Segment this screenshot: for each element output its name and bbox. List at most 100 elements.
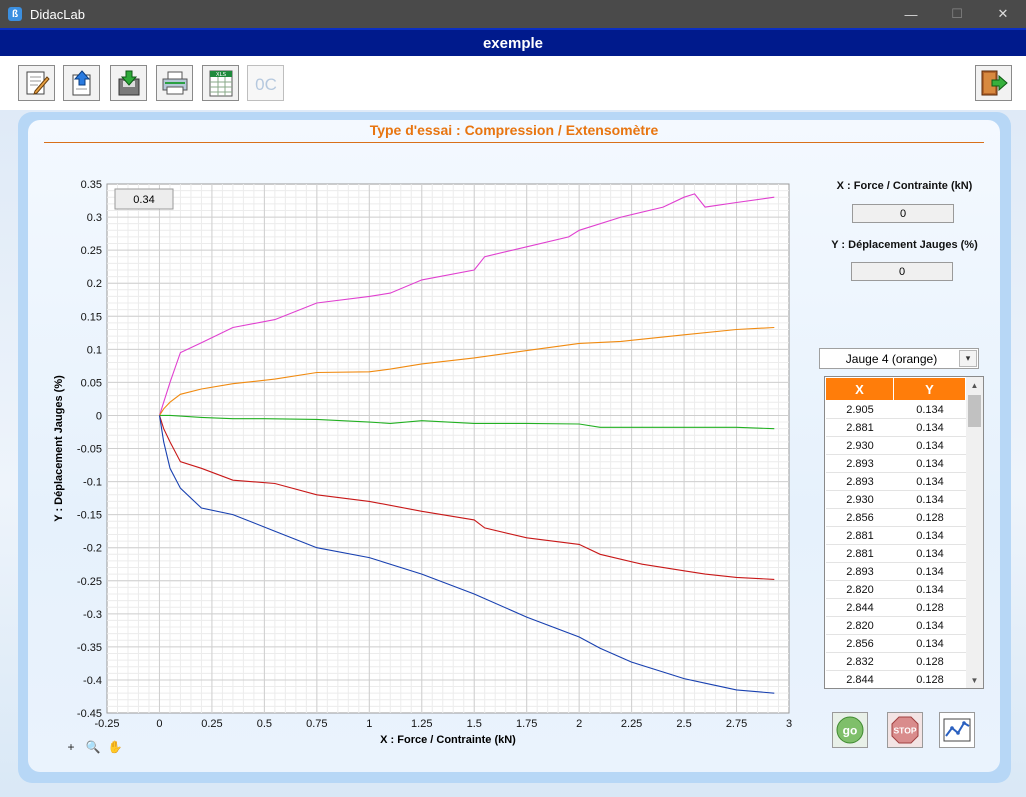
upload-document-icon (72, 70, 90, 96)
y-tick-label: 0 (96, 410, 102, 422)
y-tick-label: 0.3 (87, 212, 102, 224)
x-tick-label: 1 (366, 718, 372, 730)
table-row[interactable]: 2.856 0.134 (826, 635, 967, 653)
test-type-title: Type d'essai : Compression / Extensomètr… (369, 122, 659, 138)
x-readout-label: X : Force / Contrainte (kN) (836, 180, 973, 192)
table-row[interactable]: 2.930 0.134 (826, 491, 967, 509)
table-cell-y: 0.134 (916, 637, 944, 650)
table-cell-y: 0.134 (916, 565, 944, 578)
x-tick-label: 0.25 (201, 718, 222, 730)
x-tick-label: 2.25 (621, 718, 642, 730)
maximize-button: ☐ (951, 6, 963, 21)
download-document-icon (118, 70, 139, 96)
table-row[interactable]: 2.832 0.128 (826, 653, 967, 671)
table-scrollbar[interactable]: ▲ ▼ (966, 377, 983, 688)
table-cell-x: 2.930 (846, 439, 874, 452)
table-cell-y: 0.128 (916, 511, 944, 524)
y-tick-label: -0.45 (77, 708, 102, 720)
stop-button[interactable]: STOP (887, 712, 923, 748)
pencil-document-icon (26, 71, 50, 95)
oc-button: 0C (247, 65, 284, 101)
table-row[interactable]: 2.820 0.134 (826, 617, 967, 635)
gauge-chart[interactable]: -0.25 0 0.25 0.5 0.75 1 1.25 1.5 1.75 2 2.25 2.5 2.7… (50, 170, 800, 760)
scroll-up-icon[interactable]: ▲ (966, 377, 983, 393)
table-cell-y: 0.134 (916, 439, 944, 452)
oc-label: 0C (255, 75, 277, 94)
gauge-select-value: Jauge 4 (orange) (845, 351, 938, 366)
table-row[interactable]: 2.881 0.134 (826, 419, 967, 437)
table-cell-y: 0.134 (916, 475, 944, 488)
y-axis-ticks: 0.35 0.3 0.25 0.2 0.15 0.1 0.05 0 -0.05 -0.1 -0.15… (77, 179, 102, 720)
column-header-y[interactable]: Y (894, 378, 966, 400)
save-button[interactable] (110, 65, 147, 101)
table-cell-x: 2.893 (846, 565, 874, 578)
x-tick-label: 0.5 (257, 718, 272, 730)
scroll-thumb[interactable] (968, 395, 981, 427)
x-readout-field: 0 (852, 204, 954, 223)
table-cell-y: 0.134 (916, 529, 944, 542)
x-tick-label: 0.75 (306, 718, 327, 730)
table-row[interactable]: 2.893 0.134 (826, 473, 967, 491)
y-readout-label: Y : Déplacement Jauges (%) (831, 239, 978, 251)
document-title-bar: exemple (0, 28, 1026, 56)
y-tick-label: 0.35 (81, 179, 102, 191)
y-tick-label: 0.1 (87, 344, 102, 356)
exit-button[interactable] (975, 65, 1012, 101)
gauge-select[interactable]: Jauge 4 (orange) ▾ (819, 348, 979, 369)
table-row[interactable]: 2.893 0.134 (826, 455, 967, 473)
window-titlebar: ß DidacLab — ☐ ✕ (0, 0, 1026, 28)
table-row[interactable]: 2.905 0.134 (826, 401, 967, 419)
curve-view-button[interactable] (939, 712, 975, 748)
stop-label: STOP (894, 726, 917, 736)
table-row[interactable]: 2.893 0.134 (826, 563, 967, 581)
y-tick-label: 0.15 (81, 311, 102, 323)
table-cell-x: 2.881 (846, 421, 874, 434)
printer-icon (162, 71, 187, 95)
column-header-x[interactable]: X (826, 378, 894, 400)
y-readout-field: 0 (851, 262, 953, 281)
oc-icon: 0C (255, 75, 277, 94)
chart-curve-icon (943, 718, 971, 742)
table-cell-y: 0.134 (916, 619, 944, 632)
export-xls-button[interactable]: XLS (202, 65, 239, 101)
pan-hand-tool-icon[interactable]: ✋ (106, 740, 124, 754)
exit-door-icon (981, 70, 1008, 96)
table-header: X Y (826, 378, 967, 400)
table-cell-x: 2.856 (846, 511, 874, 524)
table-cell-x: 2.844 (846, 601, 874, 614)
open-button[interactable] (63, 65, 100, 101)
table-row[interactable]: 2.820 0.134 (826, 581, 967, 599)
y-tick-label: 0.25 (81, 245, 102, 257)
table-row[interactable]: 2.930 0.134 (826, 437, 967, 455)
y-tick-label: -0.35 (77, 642, 102, 654)
x-tick-label: 1.5 (467, 718, 482, 730)
close-button[interactable]: ✕ (980, 0, 1026, 28)
crosshair-tool-icon[interactable]: + (62, 740, 80, 754)
zoom-tool-icon[interactable]: 🔍 (84, 740, 102, 754)
table-row[interactable]: 2.881 0.134 (826, 545, 967, 563)
new-document-button[interactable] (18, 65, 55, 101)
print-button[interactable] (156, 65, 193, 101)
table-row[interactable]: 2.844 0.128 (826, 599, 967, 617)
go-label: go (843, 724, 858, 738)
x-tick-label: 2.5 (676, 718, 691, 730)
y-tick-label: -0.15 (77, 510, 102, 522)
table-cell-x: 2.893 (846, 475, 874, 488)
x-tick-label: 1.75 (516, 718, 537, 730)
table-row[interactable]: 2.881 0.134 (826, 527, 967, 545)
table-row[interactable]: 2.844 0.128 (826, 671, 967, 688)
table-cell-x: 2.844 (846, 673, 874, 686)
scroll-down-icon[interactable]: ▼ (966, 672, 983, 688)
minimize-button[interactable]: — (888, 0, 934, 28)
title-divider (44, 142, 984, 143)
table-body: 2.905 0.134 2.881 0.134 2.930 0.134 2.893 0.134… (826, 401, 967, 688)
data-table[interactable]: X Y 2.905 0.134 2.881 0.134 2.930 0.134 2.893 0… (824, 376, 984, 689)
table-cell-x: 2.820 (846, 583, 874, 596)
go-button[interactable]: go (832, 712, 868, 748)
y-axis-label: Y : Déplacement Jauges (%) (53, 375, 65, 522)
table-row[interactable]: 2.856 0.128 (826, 509, 967, 527)
table-cell-x: 2.820 (846, 619, 874, 632)
table-cell-x: 2.832 (846, 655, 874, 668)
chevron-down-icon[interactable]: ▾ (959, 350, 977, 367)
y-tick-label: -0.4 (83, 675, 102, 687)
